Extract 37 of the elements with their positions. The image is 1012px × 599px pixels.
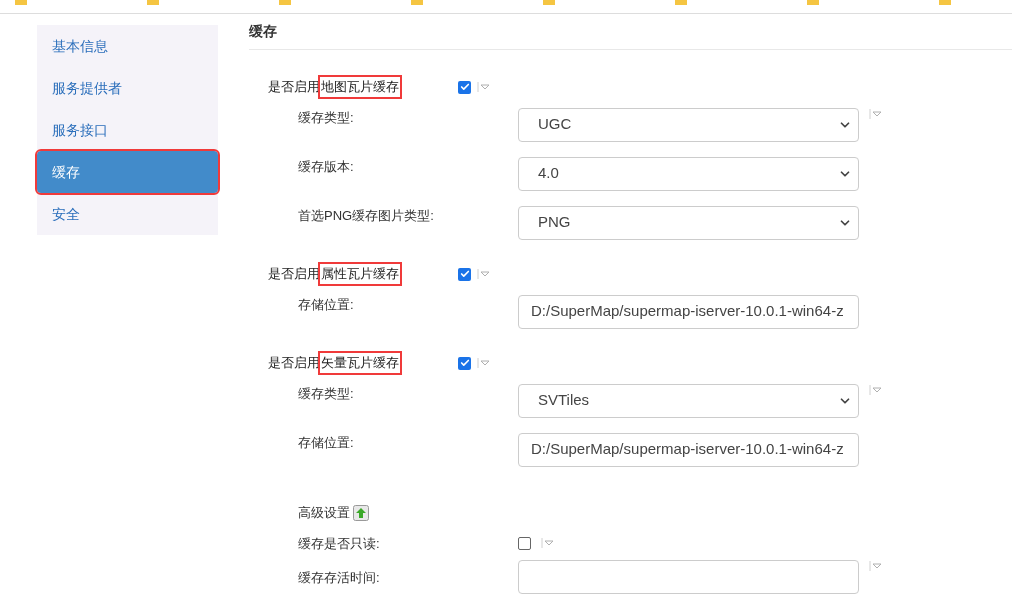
dropdown-marker-icon[interactable] [869, 560, 883, 572]
sidebar-item[interactable]: 基本信息 [37, 25, 218, 67]
checkbox[interactable] [458, 356, 471, 370]
advanced-settings-label: 高级设置 [298, 504, 350, 523]
sidebar-item[interactable]: 缓存 [37, 151, 218, 193]
select-dropdown[interactable]: PNG [518, 205, 859, 240]
text-field[interactable]: D:/SuperMap/supermap-iserver-10.0.1-win64-z [518, 432, 859, 467]
page-title: 缓存 [249, 22, 277, 41]
dropdown-marker-icon[interactable] [477, 81, 491, 93]
dropdown-marker-icon[interactable] [541, 536, 555, 549]
field-label: 首选PNG缓存图片类型: [298, 207, 435, 225]
field-label: 缓存版本: [298, 158, 355, 176]
sidebar-item[interactable]: 服务提供者 [37, 67, 218, 109]
field-label: 缓存类型: [298, 109, 355, 127]
checkbox[interactable] [458, 80, 471, 94]
highlighted-term: 矢量瓦片缓存 [320, 353, 400, 373]
field-label: 存储位置: [298, 434, 355, 452]
dropdown-marker-icon[interactable] [477, 357, 491, 369]
field-label: 缓存存活时间: [298, 569, 381, 587]
text-field[interactable] [518, 560, 859, 594]
field-label: 缓存类型: [298, 385, 355, 403]
collapse-up-icon[interactable] [353, 505, 369, 521]
highlighted-term: 属性瓦片缓存 [320, 264, 400, 284]
field-label: 存储位置: [298, 296, 355, 314]
checkbox[interactable] [518, 536, 531, 550]
select-dropdown[interactable]: SVTiles [518, 383, 859, 418]
field-label: 缓存是否只读: [298, 535, 381, 553]
dropdown-marker-icon[interactable] [869, 383, 883, 396]
text-field[interactable]: D:/SuperMap/supermap-iserver-10.0.1-win64-z [518, 294, 859, 329]
sidebar-item[interactable]: 服务接口 [37, 109, 218, 151]
select-dropdown[interactable]: UGC [518, 107, 859, 142]
sidebar-item[interactable]: 安全 [37, 193, 218, 235]
select-dropdown[interactable]: 4.0 [518, 156, 859, 191]
highlighted-term: 地图瓦片缓存 [320, 77, 400, 97]
dropdown-marker-icon[interactable] [869, 107, 883, 120]
dropdown-marker-icon[interactable] [477, 268, 491, 280]
checkbox[interactable] [458, 267, 471, 281]
